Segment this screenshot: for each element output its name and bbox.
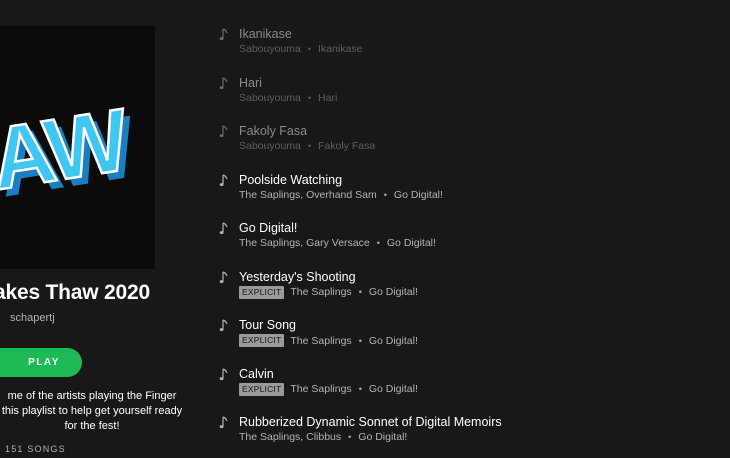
track-title[interactable]: Go Digital! [239,221,297,235]
separator-dot: • [358,287,362,297]
track-title[interactable]: Ikanikase [239,27,292,41]
track-meta: EXPLICIT The Saplings • Go Digital! [239,382,418,396]
track-meta: Sabouyouma • Fakoly Fasa [239,140,375,152]
track-row[interactable]: Yesterday's Shooting EXPLICIT The Saplings… [215,264,730,313]
explicit-badge: EXPLICIT [239,334,285,347]
separator-dot: • [376,238,380,248]
track-artists[interactable]: The Saplings [290,383,351,395]
separator-dot: • [358,384,362,394]
track-row[interactable]: Fakoly Fasa Sabouyouma • Fakoly Fasa [215,118,730,167]
playlist-description: me of the artists playing the Finger thi… [0,389,187,434]
music-note-icon [219,28,228,41]
track-row[interactable]: Hari Sabouyouma • Hari [215,70,730,119]
track-meta: EXPLICIT The Saplings • Go Digital! [239,285,418,299]
music-note-icon [219,416,228,429]
music-note-icon [219,367,228,380]
track-title[interactable]: Rubberized Dynamic Sonnet of Digital Mem… [239,415,502,429]
playlist-cover-image[interactable]: AW AW [0,26,155,269]
track-album[interactable]: Go Digital! [369,335,418,347]
track-title[interactable]: Poolside Watching [239,173,342,187]
music-note-icon [219,319,228,332]
track-meta: The Saplings, Overhand Sam • Go Digital! [239,189,443,201]
track-meta: EXPLICIT The Saplings • Go Digital! [239,334,418,347]
description-line: this playlist to help get yourself ready [1,405,183,417]
track-artists[interactable]: The Saplings [290,335,351,347]
track-row[interactable]: Tour Song EXPLICIT The Saplings • Go Digital… [215,312,730,361]
track-artists[interactable]: The Saplings, Overhand Sam [239,189,377,201]
track-album[interactable]: Go Digital! [394,189,443,201]
song-count: 151 SONGS [5,444,66,454]
music-note-icon [219,76,228,89]
music-note-icon [219,125,228,138]
track-artists[interactable]: The Saplings, Gary Versace [239,237,370,249]
description-line: me of the artists playing the Finger [7,390,177,402]
track-artists[interactable]: Sabouyouma [239,43,301,55]
separator-dot: • [383,189,387,200]
track-title[interactable]: Tour Song [239,318,296,332]
track-row[interactable]: Go Digital! The Saplings, Gary Versace • Go… [215,215,730,264]
music-note-icon [219,270,228,283]
track-meta: The Saplings, Gary Versace • Go Digital! [239,237,436,249]
description-line: for the fest! [64,420,120,432]
track-meta: Sabouyouma • Ikanikase [239,43,362,55]
track-meta: The Saplings, Clibbus • Go Digital! [239,431,407,443]
track-album[interactable]: Go Digital! [387,237,436,249]
track-artists[interactable]: Sabouyouma [239,140,301,152]
playlist-title: akes Thaw 2020 [0,281,150,304]
track-title[interactable]: Calvin [239,367,274,381]
track-title[interactable]: Yesterday's Shooting [239,270,356,284]
separator-dot: • [358,335,362,346]
separator-dot: • [348,432,352,442]
track-album[interactable]: Ikanikase [318,43,362,55]
playlist-info-panel: AW AW akes Thaw 2020 schapertj PLAY me o… [0,0,200,456]
separator-dot: • [307,44,312,54]
track-album[interactable]: Go Digital! [358,431,407,443]
separator-dot: • [307,92,312,103]
track-row[interactable]: Ikanikase Sabouyouma • Ikanikase [215,21,730,70]
track-artists[interactable]: Sabouyouma [239,92,301,104]
track-title[interactable]: Fakoly Fasa [239,124,307,138]
explicit-badge: EXPLICIT [239,382,285,396]
track-title[interactable]: Hari [239,76,262,90]
play-button[interactable]: PLAY [0,348,82,377]
track-row[interactable]: Calvin EXPLICIT The Saplings • Go Digital! [215,361,730,410]
track-meta: Sabouyouma • Hari [239,92,337,104]
music-note-icon [219,222,228,235]
separator-dot: • [307,141,312,151]
track-artists[interactable]: The Saplings [290,286,351,298]
explicit-badge: EXPLICIT [239,285,285,299]
track-album[interactable]: Fakoly Fasa [318,140,375,152]
tracklist: Ikanikase Sabouyouma • Ikanikase Hari Sabouyo… [215,21,730,458]
track-row[interactable]: Poolside Watching The Saplings, Overhand … [215,167,730,216]
track-album[interactable]: Go Digital! [369,286,418,298]
music-note-icon [219,173,228,186]
track-artists[interactable]: The Saplings, Clibbus [239,431,341,443]
track-row[interactable]: Rubberized Dynamic Sonnet of Digital Mem… [215,409,730,458]
cover-artwork: AW AW [0,88,143,216]
playlist-owner-link[interactable]: schapertj [10,312,55,324]
track-album[interactable]: Hari [318,92,337,104]
track-album[interactable]: Go Digital! [369,383,418,395]
